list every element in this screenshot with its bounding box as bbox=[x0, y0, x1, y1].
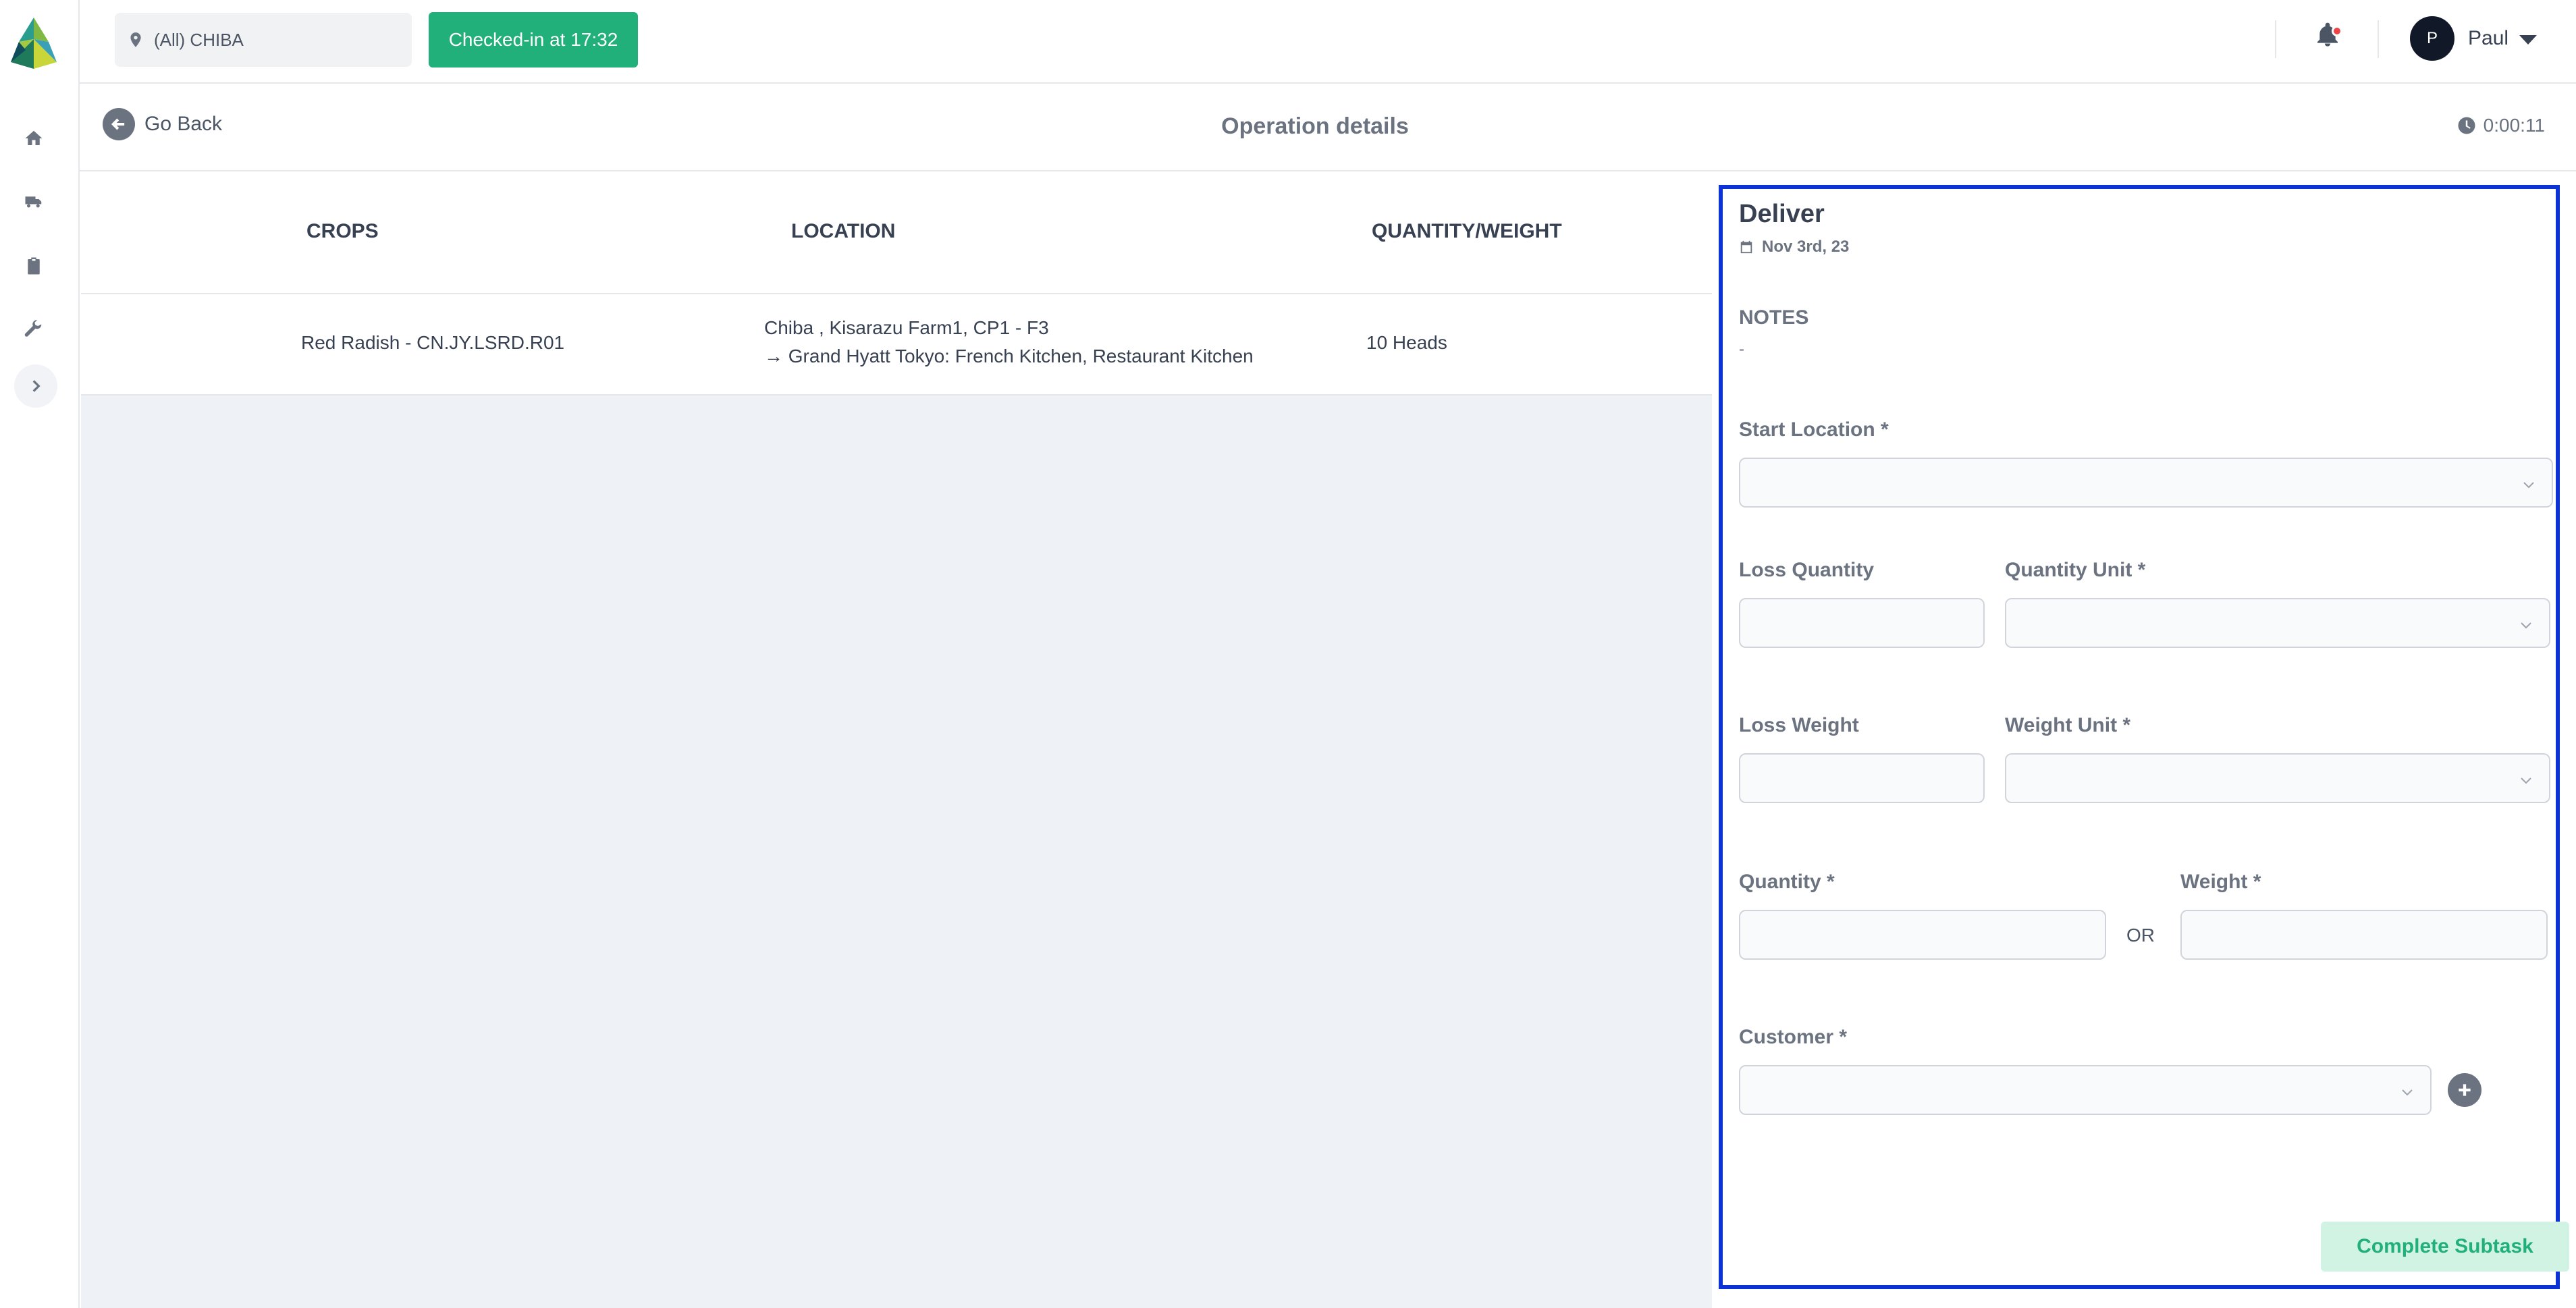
notes-label: NOTES bbox=[1739, 306, 1809, 329]
table-row[interactable]: Red Radish - CN.JY.LSRD.R01 Chiba , Kisa… bbox=[81, 294, 1712, 396]
customer-label: Customer * bbox=[1739, 1026, 1848, 1048]
home-icon[interactable] bbox=[20, 125, 47, 152]
checkin-button[interactable]: Checked-in at 17:32 bbox=[429, 12, 638, 67]
quantity-cell: 10 Heads bbox=[1366, 332, 1447, 353]
column-header-quantity: QUANTITY/WEIGHT bbox=[1372, 220, 1562, 242]
quantity-label: Quantity * bbox=[1739, 871, 1835, 893]
panel-date: Nov 3rd, 23 bbox=[1739, 238, 1849, 256]
date-value: Nov 3rd, 23 bbox=[1762, 238, 1850, 256]
column-header-crops: CROPS bbox=[306, 220, 379, 242]
notification-badge bbox=[2332, 26, 2342, 36]
plus-icon bbox=[2459, 1084, 2471, 1096]
sub-header: Go Back Operation details 0:00:11 bbox=[80, 84, 2576, 171]
quantity-input[interactable] bbox=[1739, 910, 2106, 960]
or-label: OR bbox=[2126, 925, 2155, 946]
loss-weight-label: Loss Weight bbox=[1739, 714, 1859, 736]
notification-bell-icon[interactable] bbox=[2314, 22, 2352, 59]
table-header: CROPS LOCATION QUANTITY/WEIGHT bbox=[81, 173, 1712, 294]
operations-table: CROPS LOCATION QUANTITY/WEIGHT Red Radis… bbox=[81, 173, 1712, 396]
notes-value: - bbox=[1739, 340, 1744, 358]
sidebar bbox=[0, 0, 80, 1308]
chevron-down-icon bbox=[2521, 778, 2531, 784]
calendar-icon bbox=[1740, 240, 1752, 254]
timer-value: 0:00:11 bbox=[2483, 115, 2545, 136]
user-menu[interactable]: P Paul bbox=[2410, 16, 2538, 61]
main-content: CROPS LOCATION QUANTITY/WEIGHT Red Radis… bbox=[81, 173, 1712, 1308]
avatar: P bbox=[2410, 16, 2454, 61]
weight-label: Weight * bbox=[2180, 871, 2261, 893]
chevron-down-icon bbox=[2402, 1089, 2413, 1096]
add-customer-button[interactable] bbox=[2448, 1073, 2481, 1107]
app-logo[interactable] bbox=[5, 15, 62, 72]
divider bbox=[2275, 20, 2276, 58]
chevron-down-icon bbox=[2521, 622, 2531, 629]
weight-unit-select[interactable] bbox=[2005, 753, 2550, 803]
chevron-down-icon bbox=[2523, 482, 2534, 489]
chevron-right-icon[interactable] bbox=[14, 364, 57, 408]
loss-weight-input[interactable] bbox=[1739, 753, 1985, 803]
crop-cell: Red Radish - CN.JY.LSRD.R01 bbox=[301, 332, 565, 353]
divider bbox=[2378, 20, 2379, 58]
timer: 0:00:11 bbox=[2457, 115, 2545, 136]
quantity-unit-select[interactable] bbox=[2005, 598, 2550, 648]
page-title: Operation details bbox=[1221, 113, 1409, 139]
location-from: Chiba , Kisarazu Farm1, CP1 - F3 bbox=[764, 317, 1049, 338]
location-to: → Grand Hyatt Tokyo: French Kitchen, Res… bbox=[764, 346, 1254, 366]
clipboard-icon[interactable] bbox=[20, 252, 47, 279]
column-header-location: LOCATION bbox=[791, 220, 896, 242]
top-bar: (All) CHIBA Checked-in at 17:32 P Paul bbox=[80, 0, 2576, 84]
start-location-label: Start Location * bbox=[1739, 418, 1889, 441]
customer-select[interactable] bbox=[1739, 1065, 2432, 1115]
loss-quantity-label: Loss Quantity bbox=[1739, 559, 1875, 581]
start-location-select[interactable] bbox=[1739, 458, 2553, 508]
deliver-panel: Deliver Nov 3rd, 23 NOTES - Start Locati… bbox=[1719, 185, 2569, 1289]
quantity-unit-label: Quantity Unit * bbox=[2005, 559, 2146, 581]
weight-unit-label: Weight Unit * bbox=[2005, 714, 2131, 736]
weight-input[interactable] bbox=[2180, 910, 2548, 960]
location-selector[interactable]: (All) CHIBA bbox=[115, 13, 412, 67]
user-name: Paul bbox=[2468, 27, 2509, 49]
truck-icon[interactable] bbox=[20, 189, 47, 216]
map-pin-icon bbox=[130, 32, 141, 47]
wrench-icon[interactable] bbox=[20, 316, 47, 343]
clock-icon bbox=[2458, 117, 2475, 134]
complete-subtask-button[interactable]: Complete Subtask bbox=[2321, 1222, 2569, 1272]
panel-title: Deliver bbox=[1739, 200, 1825, 228]
caret-down-icon bbox=[2519, 35, 2538, 45]
loss-quantity-input[interactable] bbox=[1739, 598, 1985, 648]
location-label: (All) CHIBA bbox=[154, 29, 244, 50]
